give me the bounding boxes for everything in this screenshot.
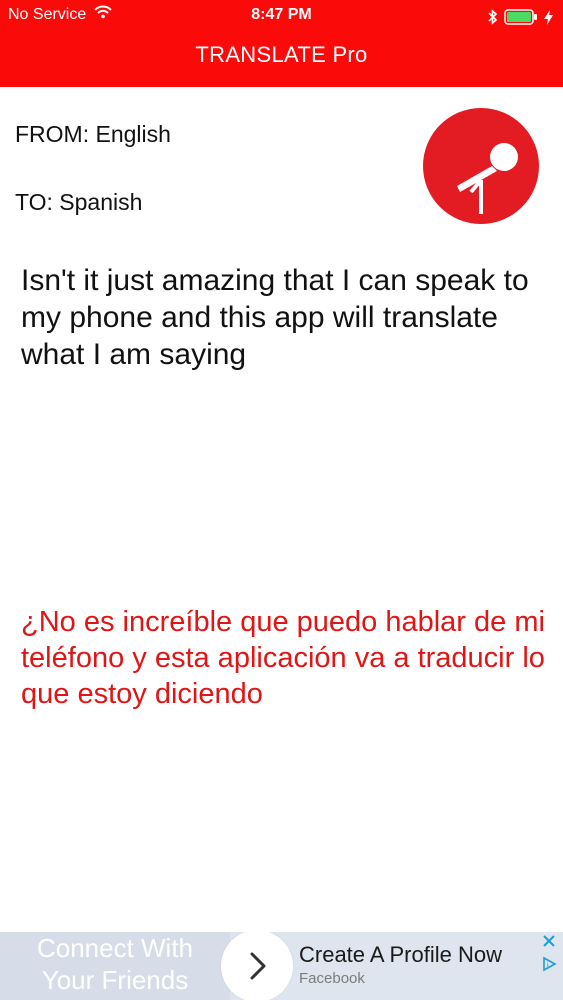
ad-title[interactable]: Create A Profile Now <box>299 942 502 968</box>
ad-left-line2: Your Friends <box>41 965 189 995</box>
ad-subtitle: Facebook <box>299 970 365 987</box>
status-time: 8:47 PM <box>251 6 312 23</box>
bluetooth-icon <box>488 6 498 36</box>
ad-image-text: Connect With Your Friends <box>0 932 230 1000</box>
from-language-label[interactable]: FROM: English <box>15 121 171 148</box>
charging-bolt-icon <box>544 6 553 36</box>
battery-icon <box>504 6 538 36</box>
close-icon[interactable] <box>542 934 556 953</box>
status-bar: No Service 8:47 PM <box>0 0 563 30</box>
ad-open-button[interactable] <box>221 932 293 1000</box>
chevron-right-icon <box>250 952 266 980</box>
source-text: Isn't it just amazing that I can speak t… <box>21 264 529 371</box>
app-header: No Service 8:47 PM TRANSLATE Pro <box>0 0 563 87</box>
ad-left-line1: Connect With <box>36 933 194 963</box>
status-right <box>488 6 553 36</box>
ad-banner[interactable]: Connect With Your Friends Create A Profi… <box>0 932 563 1000</box>
microphone-icon <box>457 143 518 214</box>
ad-choices-icon[interactable]: i <box>541 956 557 977</box>
translated-text: ¿No es increíble que puedo hablar de mi … <box>21 606 545 710</box>
to-language-label[interactable]: TO: Spanish <box>15 189 142 216</box>
microphone-button[interactable] <box>423 108 539 224</box>
app-title: TRANSLATE Pro <box>195 42 368 67</box>
